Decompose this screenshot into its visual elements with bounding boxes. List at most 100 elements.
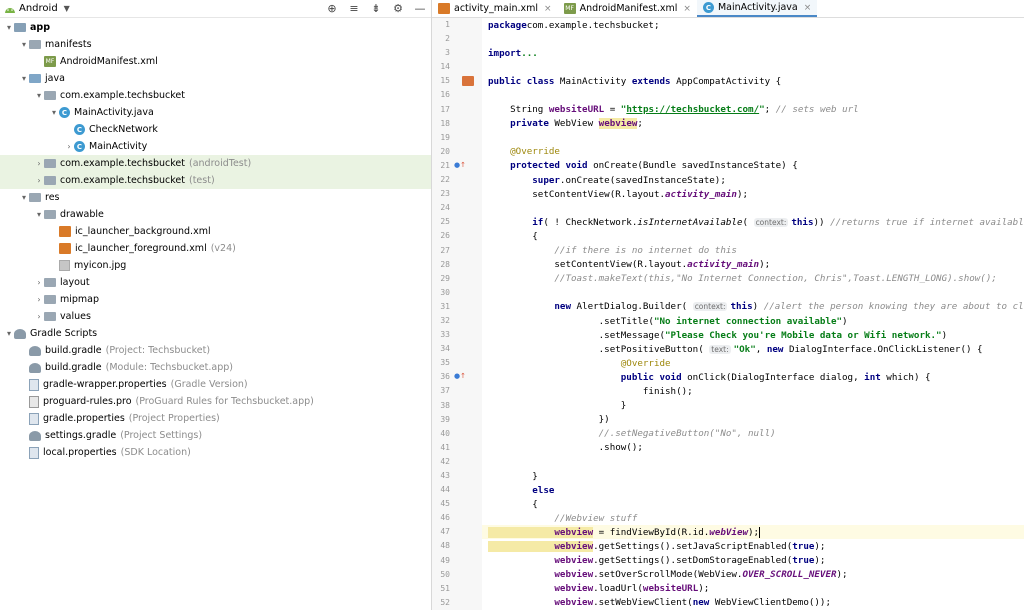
tree-item[interactable]: › com.example.techsbucket (test) bbox=[0, 172, 431, 189]
code-line[interactable]: String websiteURL = " https://techsbucket… bbox=[482, 103, 1024, 117]
chevron-down-icon[interactable]: ▾ bbox=[4, 329, 14, 338]
code-line[interactable]: .setPositiveButton( text: "Ok", new Dialo… bbox=[482, 342, 1024, 356]
code-line[interactable]: protected void onCreate(Bundle savedInst… bbox=[482, 159, 1024, 173]
code-line[interactable] bbox=[482, 201, 1024, 215]
editor-tab[interactable]: C MainActivity.java × bbox=[696, 0, 818, 17]
code-line[interactable]: webview .setWebViewClient(new WebViewClie… bbox=[482, 596, 1024, 610]
close-icon[interactable]: × bbox=[683, 4, 691, 14]
code-line[interactable]: setContentView(R.layout. activity_main); bbox=[482, 258, 1024, 272]
chevron-right-icon[interactable]: › bbox=[34, 159, 44, 168]
code-line[interactable]: private WebView webview; bbox=[482, 117, 1024, 131]
chevron-right-icon[interactable]: › bbox=[34, 312, 44, 321]
tree-item[interactable]: ▾ java bbox=[0, 70, 431, 87]
code-line[interactable] bbox=[482, 455, 1024, 469]
code-line[interactable]: }) bbox=[482, 413, 1024, 427]
chevron-down-icon[interactable]: ▼ bbox=[64, 4, 70, 13]
code-line[interactable] bbox=[482, 286, 1024, 300]
code-line[interactable]: webview .getSettings().setDomStorageEnabl… bbox=[482, 554, 1024, 568]
chevron-right-icon[interactable]: › bbox=[64, 142, 74, 151]
tree-item[interactable]: gradle-wrapper.properties (Gradle Version… bbox=[0, 376, 431, 393]
code-line[interactable] bbox=[482, 32, 1024, 46]
code-line[interactable]: public class MainActivity extends AppCom… bbox=[482, 74, 1024, 88]
code-line[interactable]: //Webview stuff bbox=[482, 511, 1024, 525]
chevron-down-icon[interactable]: ▾ bbox=[34, 91, 44, 100]
code-line[interactable]: //if there is no internet do this bbox=[482, 244, 1024, 258]
code-line[interactable]: super .onCreate(savedInstanceState); bbox=[482, 173, 1024, 187]
tree-item[interactable]: ▾ manifests bbox=[0, 36, 431, 53]
code-line[interactable]: } bbox=[482, 469, 1024, 483]
code-line[interactable] bbox=[482, 131, 1024, 145]
tree-item[interactable]: ▾ com.example.techsbucket bbox=[0, 87, 431, 104]
code-line[interactable]: webview .setOverScrollMode(WebView. OVER_S… bbox=[482, 568, 1024, 582]
code-line[interactable]: .setMessage("Please Check you're Mobile … bbox=[482, 328, 1024, 342]
tree-item[interactable]: ic_launcher_background.xml bbox=[0, 223, 431, 240]
code-line[interactable]: @Override bbox=[482, 356, 1024, 370]
editor-tab[interactable]: activity_main.xml × bbox=[432, 0, 558, 17]
code-line[interactable]: finish(); bbox=[482, 384, 1024, 398]
tree-item[interactable]: › com.example.techsbucket (androidTest) bbox=[0, 155, 431, 172]
locate-icon[interactable]: ⊕ bbox=[321, 2, 343, 15]
code-area[interactable]: package com.example.techsbucket; import...… bbox=[482, 18, 1024, 610]
code-line[interactable]: .setTitle("No internet connection availa… bbox=[482, 314, 1024, 328]
settings-icon[interactable]: ⚙ bbox=[387, 2, 409, 15]
tree-item[interactable]: ▾ Gradle Scripts bbox=[0, 325, 431, 342]
code-line[interactable]: import... bbox=[482, 46, 1024, 60]
chevron-right-icon[interactable]: › bbox=[34, 295, 44, 304]
code-line[interactable]: public void onClick(DialogInterface dial… bbox=[482, 370, 1024, 384]
tree-item[interactable]: › C MainActivity bbox=[0, 138, 431, 155]
tree-item[interactable]: proguard-rules.pro (ProGuard Rules for Te… bbox=[0, 393, 431, 410]
code-line[interactable]: //.setNegativeButton("No", null) bbox=[482, 427, 1024, 441]
code-line[interactable]: webview = findViewById(R.id. webView); bbox=[482, 525, 1024, 540]
chevron-down-icon[interactable]: ▾ bbox=[19, 40, 29, 49]
tree-item[interactable]: › values bbox=[0, 308, 431, 325]
tree-item[interactable]: ▾ app bbox=[0, 19, 431, 36]
code-line[interactable]: //Toast.makeText(this,"No Internet Conne… bbox=[482, 272, 1024, 286]
tree-item[interactable]: ▾ C MainActivity.java bbox=[0, 104, 431, 121]
code-line[interactable]: else bbox=[482, 483, 1024, 497]
code-line[interactable]: webview .loadUrl(websiteURL); bbox=[482, 582, 1024, 596]
tree-item[interactable]: ic_launcher_foreground.xml (v24) bbox=[0, 240, 431, 257]
code-line[interactable]: if( ! CheckNetwork. isInternetAvailable( … bbox=[482, 215, 1024, 229]
tree-item[interactable]: local.properties (SDK Location) bbox=[0, 444, 431, 461]
code-line[interactable]: package com.example.techsbucket; bbox=[482, 18, 1024, 32]
expand-all-icon[interactable]: ≡ bbox=[343, 2, 365, 15]
tree-item[interactable]: C CheckNetwork bbox=[0, 121, 431, 138]
editor-tab[interactable]: MF AndroidManifest.xml × bbox=[558, 0, 697, 17]
chevron-right-icon[interactable]: › bbox=[34, 278, 44, 287]
tree-item[interactable]: ▾ drawable bbox=[0, 206, 431, 223]
activity-icon[interactable] bbox=[462, 76, 474, 88]
tree-item[interactable]: build.gradle (Module: Techsbucket.app) bbox=[0, 359, 431, 376]
chevron-down-icon[interactable]: ▾ bbox=[49, 108, 59, 117]
tree-item[interactable]: build.gradle (Project: Techsbucket) bbox=[0, 342, 431, 359]
tree-item[interactable]: myicon.jpg bbox=[0, 257, 431, 274]
code-editor[interactable]: 1 2 3 14 15 16 17 18 19 20 21 ●↑ 22 23 24 25 26 27 28 29 30 3… bbox=[432, 18, 1024, 610]
hide-icon[interactable]: — bbox=[409, 2, 431, 15]
tree-item[interactable]: › mipmap bbox=[0, 291, 431, 308]
collapse-all-icon[interactable]: ⇟ bbox=[365, 2, 387, 15]
code-line[interactable] bbox=[482, 60, 1024, 74]
code-line[interactable]: webview .getSettings().setJavaScriptEnabl… bbox=[482, 539, 1024, 553]
project-view-selector[interactable]: Android bbox=[19, 3, 58, 14]
tree-item[interactable]: gradle.properties (Project Properties) bbox=[0, 410, 431, 427]
close-icon[interactable]: × bbox=[544, 4, 552, 14]
close-icon[interactable]: × bbox=[804, 3, 812, 13]
code-line[interactable] bbox=[482, 88, 1024, 102]
tree-item[interactable]: › layout bbox=[0, 274, 431, 291]
chevron-down-icon[interactable]: ▾ bbox=[19, 193, 29, 202]
code-line[interactable]: new AlertDialog.Builder( context: this) /… bbox=[482, 300, 1024, 314]
code-line[interactable]: } bbox=[482, 399, 1024, 413]
tree-item[interactable]: MF AndroidManifest.xml bbox=[0, 53, 431, 70]
chevron-down-icon[interactable]: ▾ bbox=[4, 23, 14, 32]
code-line[interactable]: .show(); bbox=[482, 441, 1024, 455]
chevron-down-icon[interactable]: ▾ bbox=[19, 74, 29, 83]
tree-item[interactable]: ▾ res bbox=[0, 189, 431, 206]
code-line[interactable]: { bbox=[482, 229, 1024, 243]
code-line[interactable]: @Override bbox=[482, 145, 1024, 159]
code-line[interactable]: { bbox=[482, 497, 1024, 511]
chevron-right-icon[interactable]: › bbox=[34, 176, 44, 185]
code-line[interactable]: setContentView(R.layout. activity_main); bbox=[482, 187, 1024, 201]
chevron-down-icon[interactable]: ▾ bbox=[34, 210, 44, 219]
override-icon[interactable]: ●↑ bbox=[454, 372, 466, 380]
override-icon[interactable]: ●↑ bbox=[454, 161, 466, 169]
tree-item[interactable]: settings.gradle (Project Settings) bbox=[0, 427, 431, 444]
